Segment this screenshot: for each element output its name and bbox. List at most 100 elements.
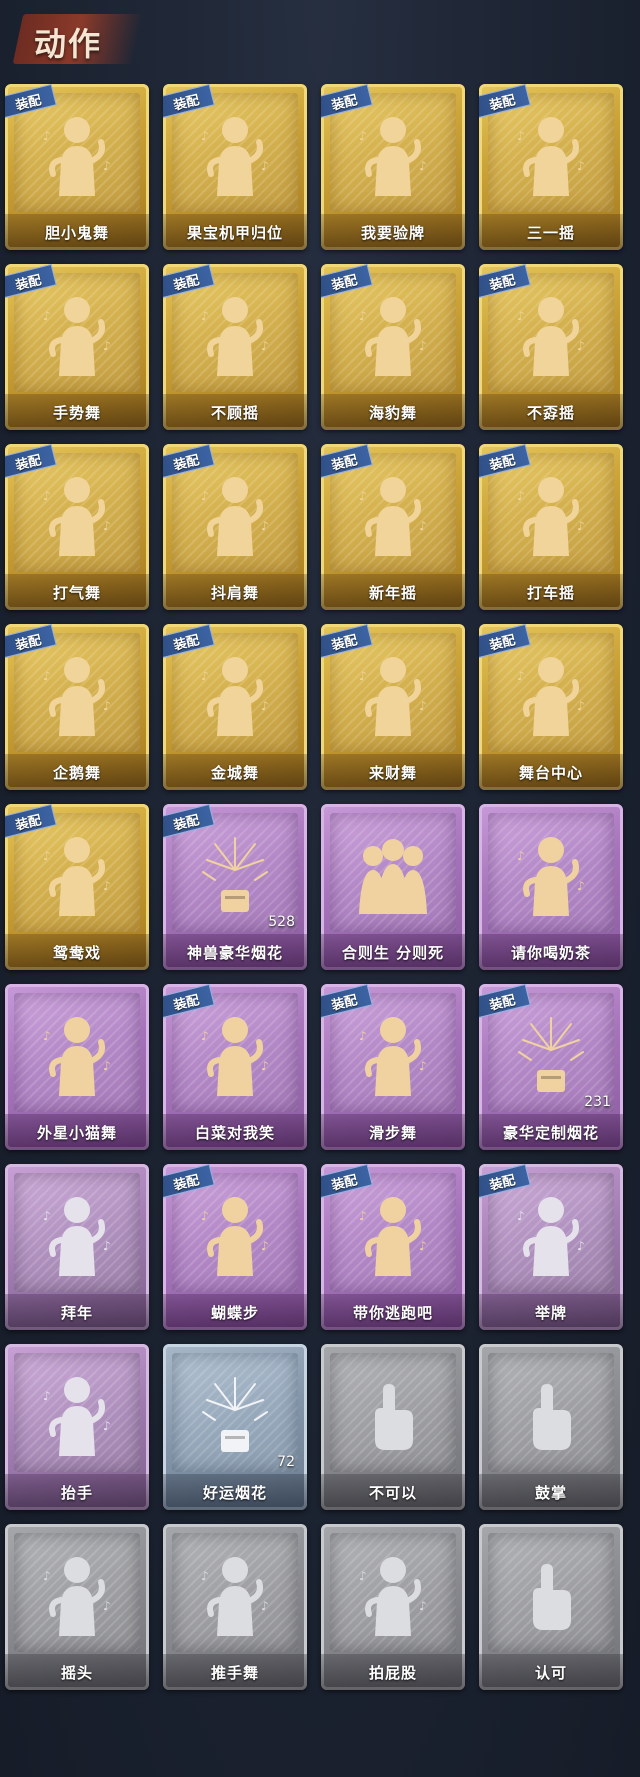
svg-text:♪: ♪ [261, 699, 269, 713]
emote-card[interactable]: 528 神兽豪华烟花 装配 [163, 804, 307, 970]
card-label-bar: 鼓掌 [479, 1474, 623, 1510]
equipped-badge-label: 装配 [488, 1172, 517, 1194]
emote-card[interactable]: ♪ ♪ 抖肩舞 装配 [163, 444, 307, 610]
equipped-badge-label: 装配 [14, 452, 43, 474]
card-label-bar: 抬手 [5, 1474, 149, 1510]
svg-text:♪: ♪ [201, 309, 209, 323]
card-label: 蝴蝶步 [210, 1303, 259, 1322]
emote-card[interactable]: ♪ ♪ 拜年 [5, 1164, 149, 1330]
emote-card[interactable]: 认可 [479, 1524, 623, 1690]
card-label: 拍屁股 [368, 1663, 417, 1682]
emote-card[interactable]: ♪ ♪ 舞台中心 装配 [479, 624, 623, 790]
card-label: 海豹舞 [368, 403, 417, 422]
duet-figure-icon: ♪ ♪ [37, 830, 117, 922]
card-label: 认可 [534, 1663, 567, 1682]
page-title: 动作 [34, 25, 103, 63]
emote-card[interactable]: 鼓掌 [479, 1344, 623, 1510]
emote-card[interactable]: ♪ ♪ 打车摇 装配 [479, 444, 623, 610]
card-label: 来财舞 [368, 763, 417, 782]
butt-pat-figure-icon: ♪ ♪ [353, 1550, 433, 1642]
card-label: 摇头 [60, 1663, 93, 1682]
svg-text:♪: ♪ [43, 129, 51, 143]
emote-card[interactable]: ♪ ♪ 来财舞 装配 [321, 624, 465, 790]
emote-card[interactable]: 72 好运烟花 [163, 1344, 307, 1510]
svg-text:♪: ♪ [577, 1239, 585, 1253]
svg-text:♪: ♪ [419, 1239, 427, 1253]
card-label-bar: 不孬摇 [479, 394, 623, 430]
emote-card[interactable]: ♪ ♪ 推手舞 [163, 1524, 307, 1690]
emote-card[interactable]: ♪ ♪ 金城舞 装配 [163, 624, 307, 790]
milk-tea-figure-icon: ♪ ♪ [511, 830, 591, 922]
equipped-badge-label: 装配 [172, 992, 201, 1014]
emote-card[interactable]: ♪ ♪ 三一摇 装配 [479, 84, 623, 250]
card-label: 带你逃跑吧 [352, 1303, 433, 1322]
emote-card[interactable]: ♪ ♪ 蝴蝶步 装配 [163, 1164, 307, 1330]
equipped-badge-label: 装配 [488, 632, 517, 654]
pointing-sway-figure-icon: ♪ ♪ [195, 290, 275, 382]
svg-text:♪: ♪ [359, 1209, 367, 1223]
card-label: 好运烟花 [202, 1483, 267, 1502]
equipped-badge-label: 装配 [172, 92, 201, 114]
emote-card[interactable]: ♪ ♪ 白菜对我笑 装配 [163, 984, 307, 1150]
greeting-figure-icon: ♪ ♪ [37, 1190, 117, 1282]
card-label: 金城舞 [210, 763, 259, 782]
svg-text:♪: ♪ [43, 669, 51, 683]
svg-text:♪: ♪ [261, 519, 269, 533]
card-label: 企鹅舞 [52, 763, 101, 782]
emote-card[interactable]: ♪ ♪ 不顾摇 装配 [163, 264, 307, 430]
emote-card[interactable]: 231 豪华定制烟花 装配 [479, 984, 623, 1150]
emote-card[interactable]: ♪ ♪ 滑步舞 装配 [321, 984, 465, 1150]
emote-card[interactable]: ♪ ♪ 手势舞 装配 [5, 264, 149, 430]
deluxe-firework-icon [195, 830, 275, 922]
equipped-badge-label: 装配 [330, 632, 359, 654]
emote-card[interactable]: ♪ ♪ 企鹅舞 装配 [5, 624, 149, 790]
emote-card[interactable]: ♪ ♪ 拍屁股 [321, 1524, 465, 1690]
emote-card[interactable]: ♪ ♪ 抬手 [5, 1344, 149, 1510]
emote-card[interactable]: ♪ ♪ 鸳鸯戏 装配 [5, 804, 149, 970]
card-label: 拜年 [60, 1303, 93, 1322]
svg-text:♪: ♪ [103, 699, 111, 713]
equipped-badge-label: 装配 [330, 992, 359, 1014]
card-label-bar: 好运烟花 [163, 1474, 307, 1510]
emote-card[interactable]: 不可以 [321, 1344, 465, 1510]
emote-card[interactable]: ♪ ♪ 打气舞 装配 [5, 444, 149, 610]
emote-card[interactable]: ♪ ♪ 新年摇 装配 [321, 444, 465, 610]
emote-card[interactable]: ♪ ♪ 带你逃跑吧 装配 [321, 1164, 465, 1330]
emote-card[interactable]: ♪ ♪ 请你喝奶茶 [479, 804, 623, 970]
emote-card[interactable]: ♪ ♪ 果宝机甲归位 装配 [163, 84, 307, 250]
push-hand-dance-figure-icon: ♪ ♪ [195, 1550, 275, 1642]
card-label-bar: 来财舞 [321, 754, 465, 790]
card-label: 抖肩舞 [210, 583, 259, 602]
card-label-bar: 果宝机甲归位 [163, 214, 307, 250]
taxi-sway-figure-icon: ♪ ♪ [511, 470, 591, 562]
svg-text:♪: ♪ [577, 519, 585, 533]
card-label-bar: 白菜对我笑 [163, 1114, 307, 1150]
run-away-figure-icon: ♪ ♪ [353, 1190, 433, 1282]
svg-text:♪: ♪ [201, 1029, 209, 1043]
emote-card[interactable]: ♪ ♪ 海豹舞 装配 [321, 264, 465, 430]
card-label: 手势舞 [52, 403, 101, 422]
svg-text:♪: ♪ [577, 159, 585, 173]
emote-card[interactable]: ♪ ♪ 摇头 [5, 1524, 149, 1690]
emote-card[interactable]: 合则生 分则死 [321, 804, 465, 970]
clap-hands-icon [511, 1370, 591, 1462]
svg-text:♪: ♪ [359, 1569, 367, 1583]
emote-card[interactable]: ♪ ♪ 不孬摇 装配 [479, 264, 623, 430]
svg-text:♪: ♪ [201, 1569, 209, 1583]
equipped-badge-label: 装配 [330, 272, 359, 294]
svg-text:♪: ♪ [359, 669, 367, 683]
emote-card[interactable]: ♪ ♪ 我要验牌 装配 [321, 84, 465, 250]
equipped-badge-label: 装配 [14, 92, 43, 114]
cheer-dance-figure-icon: ♪ ♪ [37, 470, 117, 562]
emote-card[interactable]: ♪ ♪ 胆小鬼舞 装配 [5, 84, 149, 250]
slide-dance-figure-icon: ♪ ♪ [353, 1010, 433, 1102]
card-label: 新年摇 [368, 583, 417, 602]
three-figures-icon [353, 830, 433, 922]
svg-text:♪: ♪ [103, 159, 111, 173]
finger-wag-icon [353, 1370, 433, 1462]
emote-card[interactable]: ♪ ♪ 举牌 装配 [479, 1164, 623, 1330]
timid-dance-figure-icon: ♪ ♪ [37, 110, 117, 202]
emote-card[interactable]: ♪ ♪ 外星小猫舞 [5, 984, 149, 1150]
arm-up-sway-figure-icon: ♪ ♪ [511, 290, 591, 382]
shoulder-shake-figure-icon: ♪ ♪ [195, 470, 275, 562]
